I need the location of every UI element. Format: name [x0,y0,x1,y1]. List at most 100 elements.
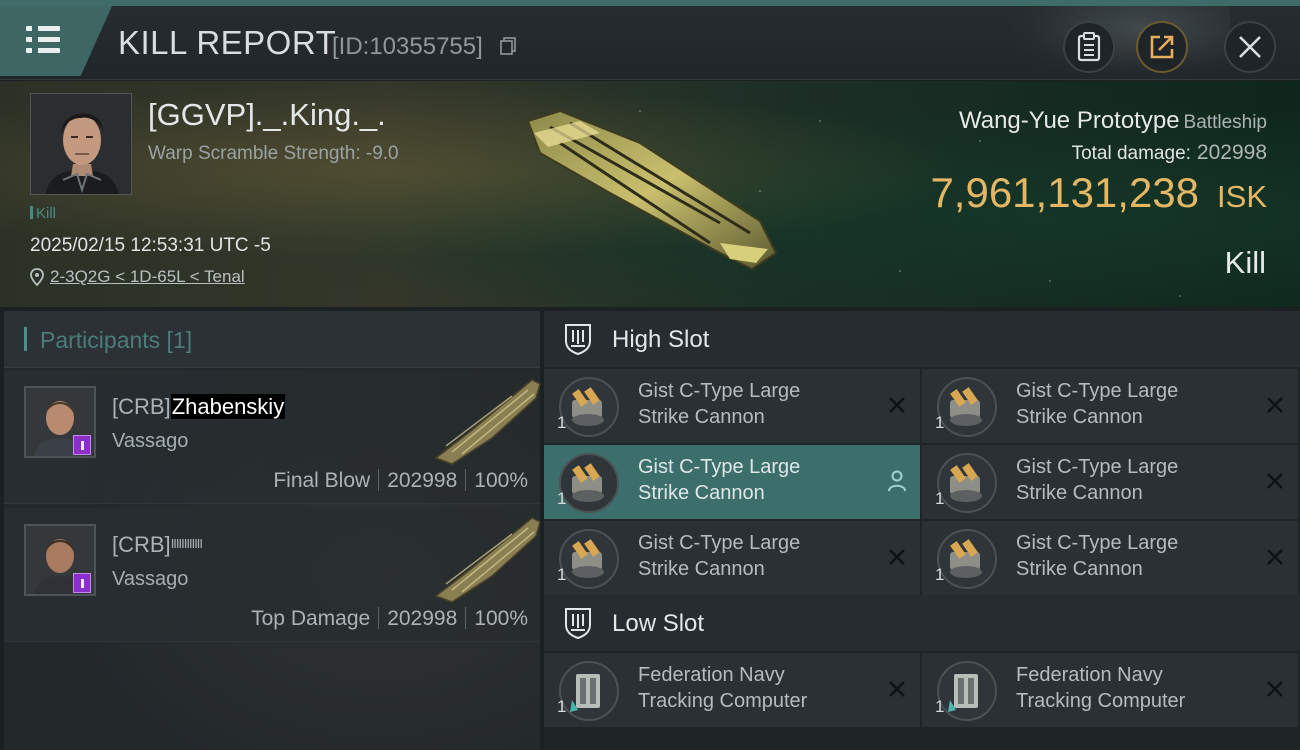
module-name: Gist C-Type Large Strike Cannon [1016,456,1179,504]
module-quantity: 1 [557,413,567,432]
participant-ship-image [434,517,541,603]
cannon-module-icon [559,453,619,513]
header-bar: KILL REPORT [ID:10355755] [0,6,1300,80]
participant-stats: Top Damage 202998 100% [251,607,528,631]
destroyed-x-icon [889,397,905,413]
participant-card[interactable]: [CRB]IIIIIIIIIIII Vassago Top Damage 2029… [4,508,541,642]
page-title: KILL REPORT [118,24,337,61]
fitting-slots-panel: High Slot 1 Gist C-Type Large Strike Canno… [544,311,1300,750]
participant-percent: 100% [474,469,528,492]
total-damage-value: 202998 [1196,141,1267,164]
participant-damage: 202998 [387,469,458,492]
high-slot-title: High Slot [612,326,710,353]
header-decoration [1010,6,1230,80]
victim-ship-image[interactable] [520,103,790,273]
location-text: 2-3Q2G < 1D-65L < Tenal [50,267,245,286]
destroyed-x-icon [1267,397,1283,413]
module-name: Federation Navy Tracking Computer [638,664,808,712]
kill-datetime: 2025/02/15 12:53:31 UTC -5 [30,235,271,256]
close-icon [1239,36,1261,58]
participant-damage: 202998 [387,607,458,630]
close-button[interactable] [1224,21,1276,73]
isk-unit: ISK [1217,179,1267,214]
participants-panel: Participants [1] [CRB]Zhabenskiy Vassago… [4,311,541,750]
cannon-module-icon [937,453,997,513]
isk-value: 7,961,131,238 [930,169,1200,216]
participants-header: Participants [1] [4,311,540,368]
participant-percent: 100% [474,607,528,630]
low-slot-title: Low Slot [612,610,705,637]
cannon-module-icon [559,529,619,589]
module-tile[interactable]: 1 Gist C-Type Large Strike Cannon [544,369,920,443]
high-slot-header: High Slot [544,311,1300,367]
participant-ship: Vassago [112,430,189,452]
participant-role: Top Damage [251,607,371,630]
destroyed-x-icon [889,681,905,697]
copy-icon[interactable] [500,37,516,55]
module-name: Gist C-Type Large Strike Cannon [1016,380,1179,428]
cannon-module-icon [937,377,997,437]
cannon-module-icon [559,377,619,437]
person-icon [888,470,906,492]
destroyed-x-icon [1267,549,1283,565]
victim-portrait[interactable] [30,93,132,195]
location-pin-icon [30,268,44,286]
kill-location-link[interactable]: 2-3Q2G < 1D-65L < Tenal [30,267,245,287]
module-tile[interactable]: 1 Gist C-Type Large Strike Cannon [544,445,920,519]
cannon-module-icon [937,529,997,589]
module-tile[interactable]: 1 Federation Navy Tracking Computer [922,653,1298,727]
total-damage: Total damage: 202998 [1071,141,1267,164]
module-name: Gist C-Type Large Strike Cannon [638,380,801,428]
participant-name[interactable]: [CRB]IIIIIIIIIIII [112,532,203,558]
victim-banner: [GGVP]._.King._. Warp Scramble Strength:… [0,81,1300,307]
participant-ship-image [434,379,541,465]
participant-name[interactable]: [CRB]Zhabenskiy [112,394,286,420]
participant-stats: Final Blow 202998 100% [273,469,528,493]
victim-name[interactable]: [GGVP]._.King._. [148,97,386,133]
module-name: Gist C-Type Large Strike Cannon [638,532,801,580]
module-tile[interactable]: 1 Gist C-Type Large Strike Cannon [544,521,920,595]
module-quantity: 1 [557,489,567,508]
low-slot-icon [565,608,591,639]
destroyed-x-icon [889,549,905,565]
menu-button[interactable] [0,6,112,76]
share-icon [1150,35,1174,59]
kill-report-screen: KILL REPORT [ID:10355755] [GGVP]._.King.… [0,0,1300,750]
victim-ship-row: Wang-Yue Prototype Battleship [959,107,1267,135]
module-tile[interactable]: 1 Gist C-Type Large Strike Cannon [922,521,1298,595]
character-portrait-image [31,94,131,194]
participant-card[interactable]: [CRB]Zhabenskiy Vassago Final Blow 202998… [4,370,541,504]
destroyed-x-icon [1267,473,1283,489]
module-quantity: 1 [935,697,945,716]
kill-tag: Kill [30,205,56,222]
clipboard-icon [1077,32,1101,62]
warp-scramble-strength: Warp Scramble Strength: -9.0 [148,143,399,164]
module-quantity: 1 [935,565,945,584]
module-name: Federation Navy Tracking Computer [1016,664,1186,712]
high-slot-icon [565,324,591,355]
report-id: [ID:10355755] [332,33,483,60]
share-button[interactable] [1136,21,1188,73]
module-tile[interactable]: 1 Federation Navy Tracking Computer [544,653,920,727]
destroyed-x-icon [1267,681,1283,697]
clipboard-button[interactable] [1063,21,1115,73]
module-tile[interactable]: 1 Gist C-Type Large Strike Cannon [922,369,1298,443]
module-tile[interactable]: 1 Gist C-Type Large Strike Cannon [922,445,1298,519]
module-quantity: 1 [935,413,945,432]
participants-title: Participants [1] [40,327,193,353]
module-name: Gist C-Type Large Strike Cannon [638,456,801,504]
corp-role-badge [73,435,91,455]
victim-ship-class: Battleship [1183,112,1267,133]
module-quantity: 1 [935,489,945,508]
tracking-computer-icon [559,661,619,721]
tracking-computer-icon [937,661,997,721]
kill-result-label: Kill [1224,245,1266,280]
module-quantity: 1 [557,565,567,584]
isk-value-row: 7,961,131,238 ISK [930,169,1267,217]
module-name: Gist C-Type Large Strike Cannon [1016,532,1179,580]
module-quantity: 1 [557,697,567,716]
corp-role-badge [73,573,91,593]
participant-ship: Vassago [112,568,189,590]
victim-ship-name[interactable]: Wang-Yue Prototype [959,107,1180,134]
participant-role: Final Blow [273,469,371,492]
